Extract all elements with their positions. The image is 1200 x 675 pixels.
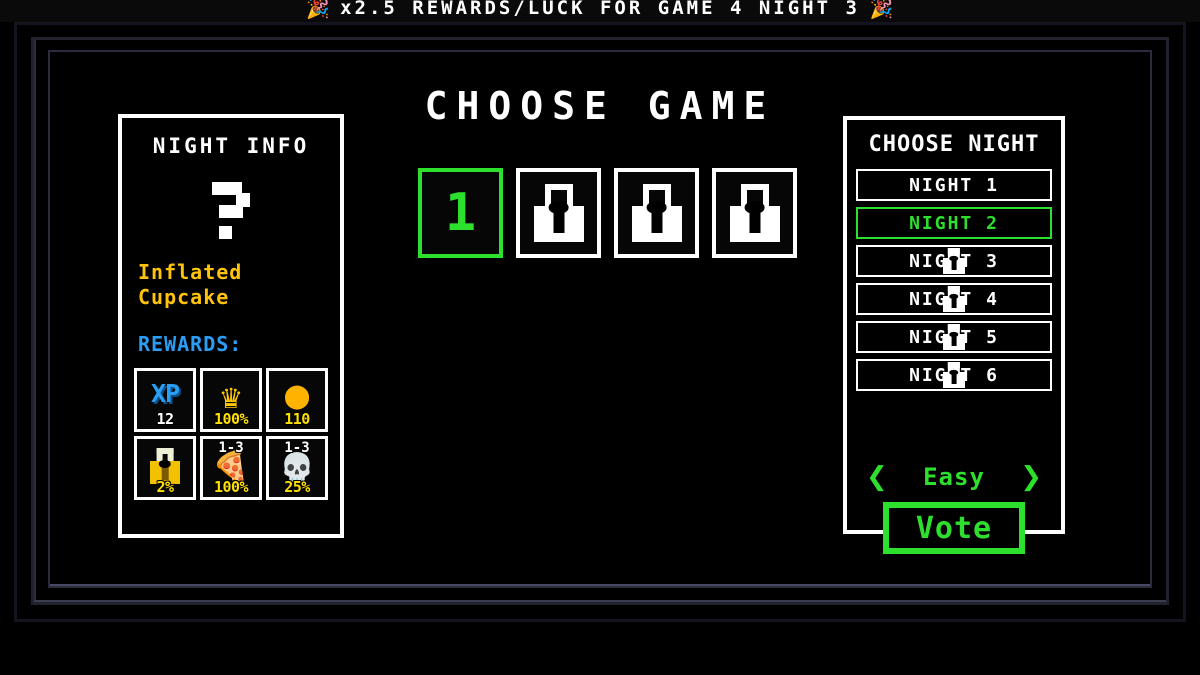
night-lock-icon: [943, 248, 965, 274]
night-list: NIGHT 1 NIGHT 2 NIGHT 3 NIGHT 4 NIGHT 5 NIGHT…: [856, 169, 1052, 391]
vote-button[interactable]: Vote: [883, 502, 1025, 554]
reward-value-label: 110: [284, 410, 310, 428]
page-title: CHOOSE GAME: [335, 78, 865, 134]
difficulty-value: Easy: [923, 463, 985, 491]
reward-cell-pizza: 🍕 1-3 100%: [200, 436, 262, 500]
night-row-label: NIGHT 2: [909, 212, 999, 234]
night-character-name-line2: Cupcake: [138, 285, 230, 309]
page-title-text: CHOOSE GAME: [424, 84, 776, 128]
night-row-2[interactable]: NIGHT 2: [856, 207, 1052, 239]
padlock-icon: [943, 286, 965, 312]
night-info-panel: NIGHT INFO Inflated Cupcake REWARDS: XP 1…: [118, 114, 344, 538]
padlock-icon: [943, 324, 965, 350]
reward-cell-skull: 💀 1-3 25%: [266, 436, 328, 500]
choose-night-title: CHOOSE NIGHT: [868, 132, 1040, 157]
reward-value-label: 100%: [213, 478, 249, 496]
night-row-label: NIGHT 1: [909, 174, 999, 196]
unknown-question-mark-icon: [208, 182, 254, 239]
difficulty-selector: ❮ Easy ❯: [856, 460, 1052, 494]
reward-cell-lock: 2%: [134, 436, 196, 500]
night-info-title: NIGHT INFO: [152, 134, 310, 158]
night-row-3[interactable]: NIGHT 3: [856, 245, 1052, 277]
night-lock-icon: [943, 324, 965, 350]
night-row-4[interactable]: NIGHT 4: [856, 283, 1052, 315]
game-slot-number: 1: [444, 183, 477, 243]
reward-cell-crown: ♛ 100%: [200, 368, 262, 432]
reward-value-label: 2%: [156, 478, 174, 496]
night-lock-icon: [943, 362, 965, 388]
game-slot-4[interactable]: [712, 168, 797, 258]
choose-night-panel: CHOOSE NIGHT NIGHT 1 NIGHT 2 NIGHT 3 NIGHT …: [843, 116, 1065, 554]
reward-value-label: 25%: [284, 478, 310, 496]
xp-icon: XP: [150, 379, 180, 408]
crown-icon: ♛: [220, 376, 242, 417]
reward-value-label: 100%: [213, 410, 249, 428]
night-row-5[interactable]: NIGHT 5: [856, 321, 1052, 353]
rewards-grid: XP 12 ♛ 100% ● 110 2% 🍕 1-3 100% 💀 1-3 25%: [134, 368, 328, 500]
game-stage: CHOOSE GAME NIGHT INFO Inflated Cupcake …: [0, 0, 1200, 675]
rewards-label: REWARDS:: [138, 332, 243, 356]
vote-button-label: Vote: [915, 510, 993, 546]
padlock-icon: [943, 362, 965, 388]
night-character-name-line1: Inflated: [138, 260, 243, 284]
reward-cell-coin: ● 110: [266, 368, 328, 432]
difficulty-next-arrow-icon[interactable]: ❯: [1020, 464, 1042, 490]
difficulty-prev-arrow-icon[interactable]: ❮: [866, 464, 888, 490]
game-slot-3[interactable]: [614, 168, 699, 258]
night-row-1[interactable]: NIGHT 1: [856, 169, 1052, 201]
night-lock-icon: [943, 286, 965, 312]
reward-range-label: 1-3: [284, 440, 310, 456]
reward-cell-xp: XP 12: [134, 368, 196, 432]
game-slot-1[interactable]: 1: [418, 168, 503, 258]
night-row-6[interactable]: NIGHT 6: [856, 359, 1052, 391]
game-slot-list: 1: [418, 168, 797, 258]
reward-value-label: 12: [156, 410, 174, 428]
padlock-icon: [943, 248, 965, 274]
reward-range-label: 1-3: [218, 440, 244, 456]
game-slot-lock-icon: [533, 184, 584, 242]
game-slot-lock-icon: [631, 184, 682, 242]
game-slot-lock-icon: [729, 184, 780, 242]
game-slot-2[interactable]: [516, 168, 601, 258]
